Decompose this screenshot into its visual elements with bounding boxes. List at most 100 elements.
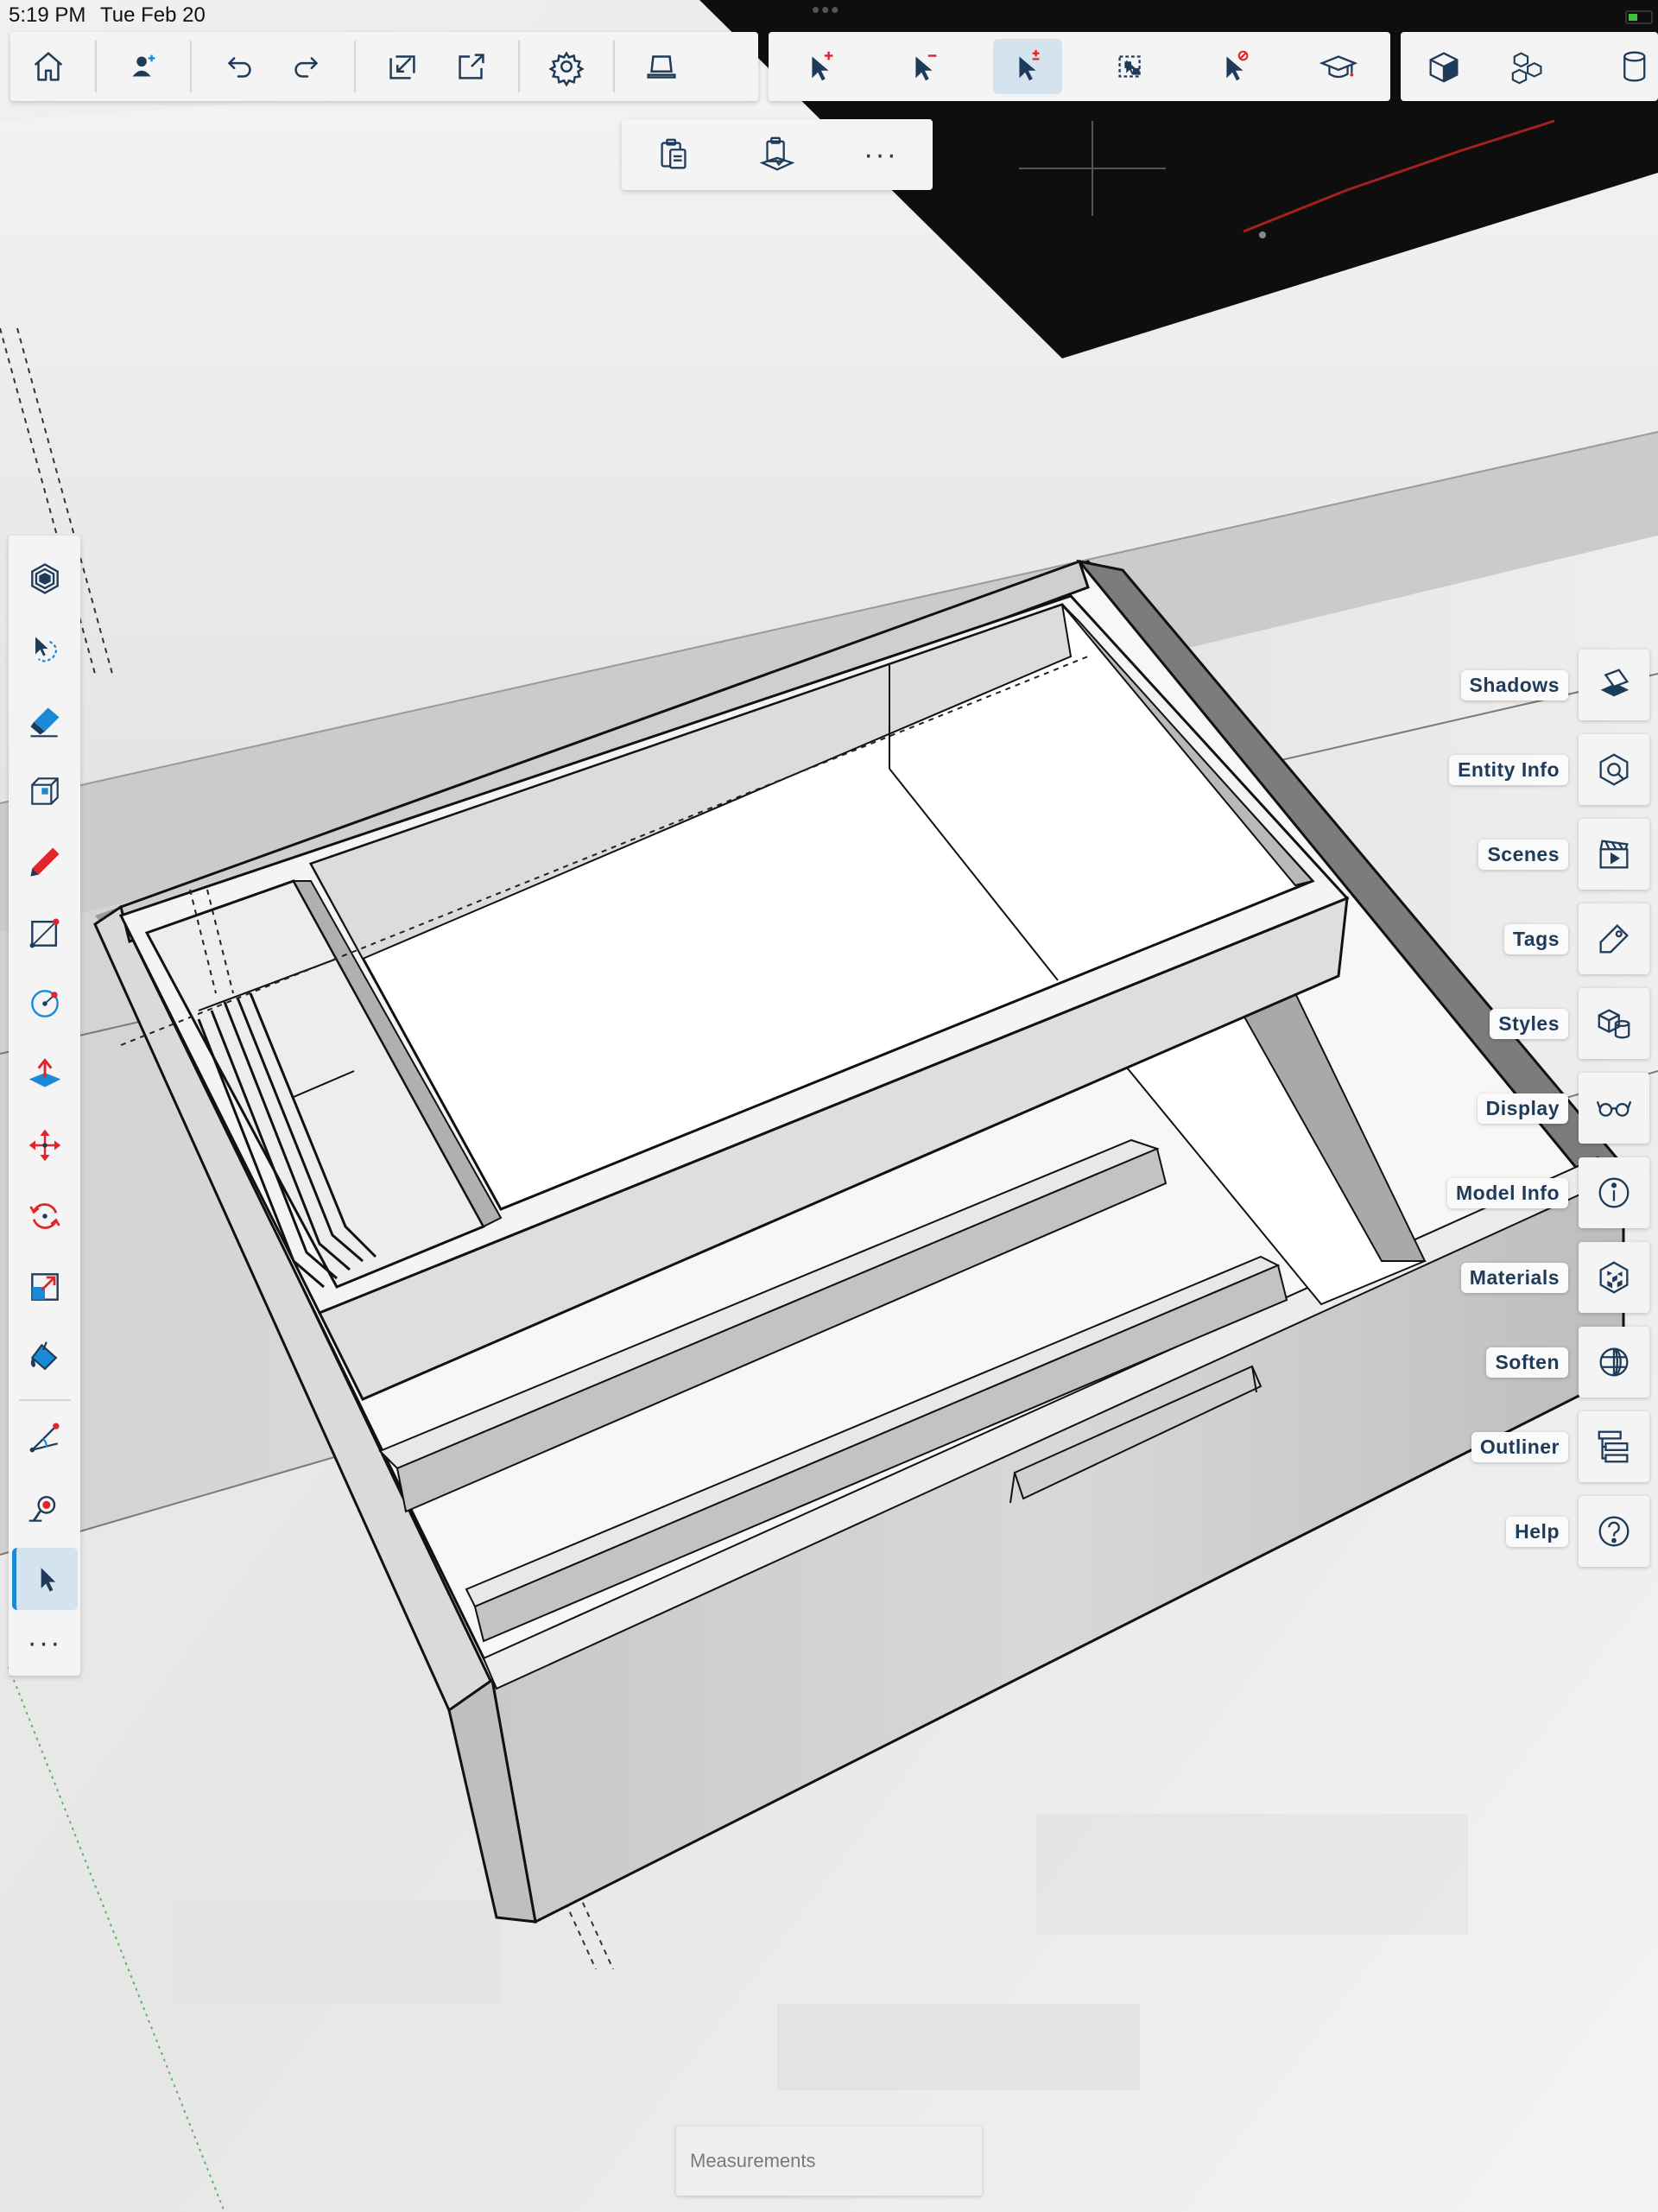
undo-button[interactable] [204, 39, 273, 94]
more-dots-icon: ··· [27, 1626, 62, 1659]
help-button[interactable] [1579, 1496, 1649, 1567]
tools-more-button[interactable]: ··· [14, 1612, 75, 1674]
scale-tool[interactable] [14, 1256, 75, 1318]
measurements-box[interactable]: Measurements [676, 2126, 982, 2196]
components-button[interactable] [1495, 39, 1564, 94]
export-button[interactable] [437, 39, 506, 94]
panel-model-info[interactable]: Model Info [1447, 1156, 1649, 1230]
import-icon [389, 55, 415, 79]
push-pull-tool[interactable] [14, 1043, 75, 1106]
circle-tool[interactable] [14, 973, 75, 1035]
display-button[interactable] [1579, 1073, 1649, 1144]
panel-label[interactable]: Scenes [1478, 839, 1568, 870]
rotate-icon [28, 1203, 60, 1229]
panel-label[interactable]: Shadows [1460, 669, 1568, 700]
move-arrows-icon [28, 1129, 60, 1162]
view-button[interactable] [627, 39, 696, 94]
tags-button[interactable] [1579, 903, 1649, 974]
status-date: Tue Feb 20 [100, 3, 206, 27]
circle-icon [30, 990, 59, 1017]
move-tool[interactable] [14, 1114, 75, 1176]
cursor-minus-icon [915, 54, 937, 81]
cursor-plus-icon [812, 51, 833, 81]
box-icon [30, 777, 59, 805]
panel-soften[interactable]: Soften [1486, 1325, 1649, 1399]
materials-icon [1599, 1261, 1629, 1294]
redo-button[interactable] [273, 39, 342, 94]
model-info-button[interactable] [1579, 1157, 1649, 1228]
lasso-select-tool[interactable] [14, 618, 75, 681]
outliner-button[interactable] [1579, 1411, 1649, 1482]
select-add-button[interactable] [786, 39, 855, 94]
shape-tool[interactable] [14, 760, 75, 822]
standard-views-button[interactable] [1409, 39, 1478, 94]
orbit-tool[interactable] [14, 548, 75, 610]
select-none-button[interactable] [1200, 39, 1269, 94]
scenes-button[interactable] [1579, 819, 1649, 890]
library-button[interactable] [1580, 39, 1649, 94]
shadows-button[interactable] [1579, 650, 1649, 720]
import-button[interactable] [368, 39, 437, 94]
context-subtoolbar: ··· [622, 119, 933, 190]
clipboard-place-icon [759, 136, 795, 171]
panel-styles[interactable]: Styles [1490, 986, 1649, 1061]
panel-label[interactable]: Help [1506, 1516, 1568, 1547]
select-subtract-button[interactable] [889, 39, 959, 94]
gear-icon [548, 51, 585, 86]
clipboard-icon [661, 138, 687, 169]
select-toggle-button[interactable] [993, 39, 1062, 94]
panel-outliner[interactable]: Outliner [1471, 1410, 1649, 1484]
panel-label[interactable]: Model Info [1447, 1177, 1568, 1208]
panel-help[interactable]: Help [1506, 1494, 1649, 1569]
more-button[interactable]: ··· [842, 127, 920, 182]
materials-button[interactable] [1579, 1242, 1649, 1313]
select-grid-icon [1118, 55, 1141, 78]
undo-icon [227, 57, 251, 78]
panel-label[interactable]: Materials [1460, 1262, 1568, 1293]
glasses-icon [1596, 1100, 1632, 1117]
panel-display[interactable]: Display [1477, 1071, 1649, 1145]
status-bar: 5:19 PM Tue Feb 20 ••• [0, 0, 1658, 31]
measurements-placeholder: Measurements [690, 2150, 816, 2171]
paste-in-place-button[interactable] [738, 127, 816, 182]
select-all-button[interactable] [1097, 39, 1166, 94]
panel-entity-info[interactable]: Entity Info [1449, 732, 1649, 807]
model-viewport[interactable] [0, 0, 1658, 2212]
panel-label[interactable]: Entity Info [1449, 754, 1568, 785]
panel-tags[interactable]: Tags [1504, 902, 1649, 976]
panel-label[interactable]: Styles [1490, 1008, 1568, 1039]
panel-label[interactable]: Tags [1504, 923, 1568, 954]
home-button[interactable] [14, 39, 83, 94]
rotate-tool[interactable] [14, 1185, 75, 1247]
settings-button[interactable] [532, 39, 601, 94]
collaborate-button[interactable] [109, 39, 178, 94]
file-toolbar [10, 32, 758, 101]
instructor-button[interactable] [1304, 39, 1373, 94]
soften-button[interactable] [1579, 1327, 1649, 1398]
select-tool[interactable] [12, 1548, 78, 1610]
rectangle-tool[interactable] [14, 902, 75, 964]
paste-button[interactable] [635, 127, 712, 182]
protractor-icon [29, 1423, 59, 1453]
pencil-icon [30, 847, 59, 877]
panel-materials[interactable]: Materials [1460, 1240, 1649, 1315]
pencil-tool[interactable] [14, 831, 75, 893]
scenes-icon [1599, 840, 1629, 869]
panel-label[interactable]: Outliner [1471, 1431, 1568, 1462]
styles-icon [1598, 1009, 1630, 1039]
eraser-tool[interactable] [14, 689, 75, 751]
rectangle-icon [29, 918, 59, 948]
shadows-icon [1600, 669, 1630, 697]
walk-tool[interactable] [14, 1477, 75, 1539]
paint-tool[interactable] [14, 1327, 75, 1389]
panel-label[interactable]: Display [1477, 1093, 1568, 1124]
multitasking-dots[interactable]: ••• [812, 0, 840, 23]
entity-info-button[interactable] [1579, 734, 1649, 805]
tape-measure-tool[interactable] [14, 1406, 75, 1468]
styles-button[interactable] [1579, 988, 1649, 1059]
panel-shadows[interactable]: Shadows [1460, 648, 1649, 722]
panel-label[interactable]: Soften [1486, 1347, 1568, 1378]
laptop-icon [647, 55, 676, 79]
cursor-plus-minus-icon [1019, 49, 1040, 81]
panel-scenes[interactable]: Scenes [1478, 817, 1649, 891]
